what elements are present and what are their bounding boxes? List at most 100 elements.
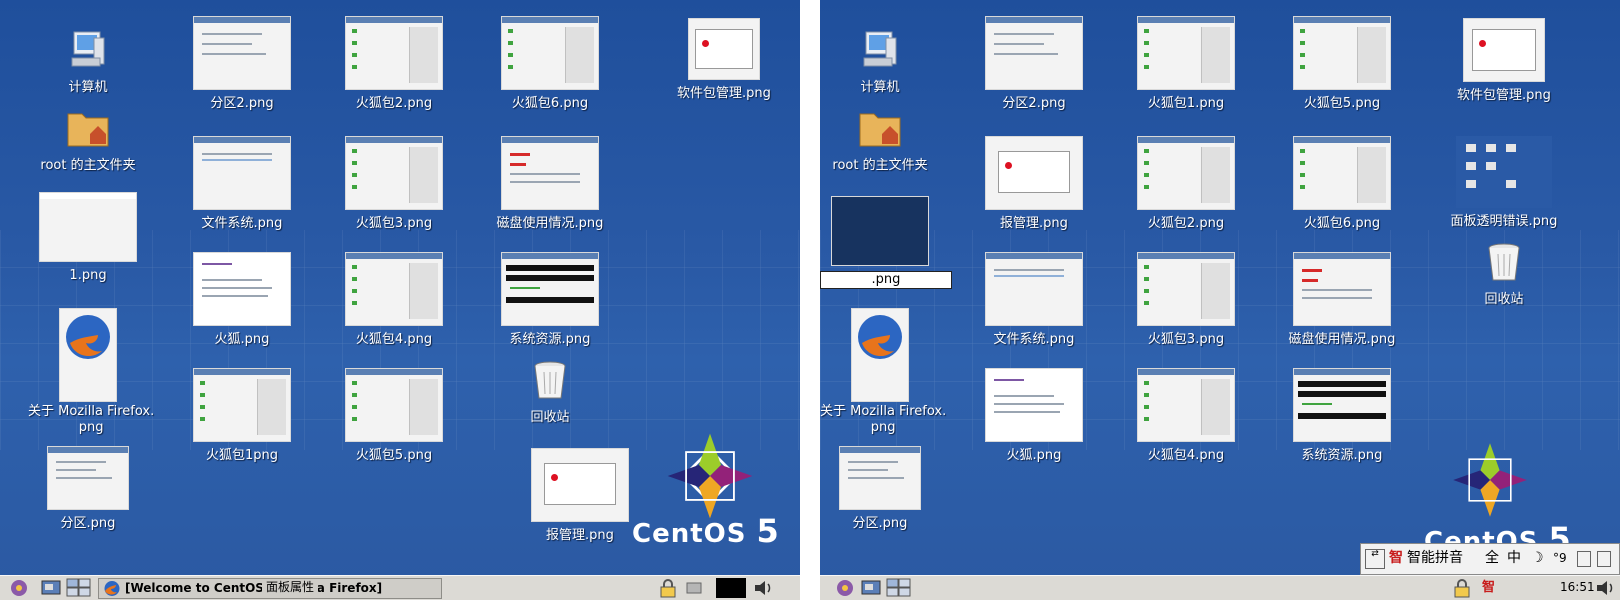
ime-logo-icon: 智 bbox=[1389, 550, 1403, 566]
desktop-icon-huohubao6-png[interactable]: 火狐包6.png bbox=[1282, 136, 1402, 232]
thumbnail bbox=[985, 16, 1083, 90]
centos-logo-icon bbox=[1453, 443, 1527, 517]
ime-switch-icon[interactable]: ⇄ bbox=[1365, 549, 1385, 569]
workspace-switcher-icon[interactable] bbox=[886, 578, 912, 598]
desktop-icon-huohubao1-png[interactable]: 火狐包1.png bbox=[1126, 16, 1246, 112]
thumbnail bbox=[1456, 136, 1552, 208]
desktop-icon-about-firefox[interactable]: 关于 Mozilla Firefox. png bbox=[820, 308, 946, 436]
desktop-icon-huohubao4-png[interactable]: 火狐包4.png bbox=[1126, 368, 1246, 464]
centos-logo-text: CentOS 5 bbox=[632, 512, 780, 550]
icon-label: 计算机 bbox=[860, 80, 900, 95]
ime-chinese-toggle[interactable]: 中 bbox=[1507, 544, 1521, 572]
thumbnail bbox=[345, 136, 443, 210]
thumbnail bbox=[345, 252, 443, 326]
desktop-icon-xitong-png[interactable]: 系统资源.png bbox=[1282, 368, 1402, 464]
desktop-icon-fenqu2-png[interactable]: 分区2.png bbox=[974, 16, 1094, 112]
desktop-icon-baoguanli-png[interactable]: 报管理.png bbox=[974, 136, 1094, 232]
thumbnail bbox=[501, 136, 599, 210]
desktop-right: 计算机 root 的主文件夹 .png 关于 Mozilla Firefox. … bbox=[820, 0, 1620, 600]
desktop-icon-computer[interactable]: 计算机 bbox=[820, 26, 940, 96]
desktop-icon-huohubao4-png[interactable]: 火狐包4.png bbox=[334, 252, 454, 348]
tray-app-icon[interactable] bbox=[684, 578, 704, 598]
desktop-icon-ruanjianbao-png[interactable]: 软件包管理.png bbox=[1444, 18, 1564, 104]
desktop-icon-ruanjianbao-png[interactable]: 软件包管理.png bbox=[664, 18, 784, 102]
thumbnail bbox=[193, 16, 291, 90]
thumbnail bbox=[345, 368, 443, 442]
desktop-icon-fenqu-png[interactable]: 分区.png bbox=[28, 446, 148, 532]
computer-icon bbox=[71, 31, 105, 67]
clock[interactable]: 16:51 bbox=[1560, 580, 1595, 594]
desktop-icon-recycle-bin[interactable]: 回收站 bbox=[1444, 238, 1564, 308]
ime-menu-icon[interactable] bbox=[1597, 551, 1611, 567]
lock-icon[interactable] bbox=[656, 578, 680, 598]
trash-icon bbox=[534, 361, 566, 399]
ime-name[interactable]: 智能拼音 bbox=[1407, 544, 1463, 572]
desktop-icon-fenqu-png[interactable]: 分区.png bbox=[820, 446, 940, 532]
firefox-small-icon bbox=[104, 581, 120, 596]
desktop-icon-huohu-png[interactable]: 火狐.png bbox=[182, 252, 302, 348]
ime-moon-toggle[interactable]: ☽ bbox=[1531, 544, 1544, 572]
show-desktop-icon[interactable] bbox=[40, 578, 62, 598]
thumbnail bbox=[193, 252, 291, 326]
desktop-icon-1-png[interactable]: 1.png bbox=[28, 192, 148, 284]
ime-punct-toggle[interactable]: °9 bbox=[1553, 544, 1567, 572]
desktop-icon-huohu-png[interactable]: 火狐.png bbox=[974, 368, 1094, 464]
desktop-icon-cipan-png[interactable]: 磁盘使用情况.png bbox=[1282, 252, 1402, 348]
show-desktop-icon[interactable] bbox=[860, 578, 882, 598]
icon-label: 火狐.png bbox=[1006, 448, 1062, 463]
desktop-icon-huohubao2-png[interactable]: 火狐包2.png bbox=[1126, 136, 1246, 232]
desktop-icon-about-firefox[interactable]: 关于 Mozilla Firefox. png bbox=[28, 308, 154, 436]
ime-keyboard-icon[interactable] bbox=[1577, 551, 1591, 567]
icon-label: 火狐包4.png bbox=[355, 332, 433, 347]
home-folder-icon bbox=[67, 113, 109, 147]
desktop-icon-fenqu2-png[interactable]: 分区2.png bbox=[182, 16, 302, 112]
tray-black-block bbox=[716, 578, 746, 598]
main-menu-icon[interactable] bbox=[834, 578, 856, 598]
desktop-icon-cipan-png[interactable]: 磁盘使用情况.png bbox=[490, 136, 610, 232]
thumbnail bbox=[47, 446, 129, 510]
desktop-icon-baoguanli-png[interactable]: 报管理.png bbox=[520, 448, 640, 544]
desktop-icon-mianban-png[interactable]: 面板透明错误.png bbox=[1444, 136, 1564, 230]
panel-properties-label: 面板属性 bbox=[262, 579, 319, 596]
thumbnail bbox=[531, 448, 629, 522]
icon-label: 火狐包5.png bbox=[1303, 96, 1381, 111]
thumbnail bbox=[39, 192, 137, 262]
desktop-icon-home-folder[interactable]: root 的主文件夹 bbox=[820, 104, 940, 174]
icon-label: root 的主文件夹 bbox=[832, 158, 928, 173]
workspace-switcher-icon[interactable] bbox=[66, 578, 92, 598]
rename-field[interactable]: .png bbox=[820, 271, 952, 289]
desktop-icon-computer[interactable]: 计算机 bbox=[28, 26, 148, 96]
ime-fullwidth-toggle[interactable]: 全 bbox=[1485, 544, 1499, 572]
thumbnail bbox=[985, 368, 1083, 442]
thumbnail bbox=[1137, 368, 1235, 442]
desktop-icon-huohubao5-png[interactable]: 火狐包5.png bbox=[1282, 16, 1402, 112]
desktop-icon-huohubao1-png[interactable]: 火狐包1png bbox=[182, 368, 302, 464]
screen-separator bbox=[800, 0, 820, 600]
icon-label: 报管理.png bbox=[1000, 216, 1068, 231]
taskbar-button-label: [Welcome to CentOS - Mozilla Firefox] bbox=[125, 581, 383, 595]
thumbnail bbox=[985, 136, 1083, 210]
bottom-panel: [Welcome to CentOS - Mozilla Firefox] 面板… bbox=[0, 575, 800, 600]
desktop-icon-xitong-png[interactable]: 系统资源.png bbox=[490, 252, 610, 348]
desktop-icon-home-folder[interactable]: root 的主文件夹 bbox=[28, 104, 148, 174]
icon-label: 系统资源.png bbox=[1301, 448, 1383, 463]
desktop-icon-renaming[interactable]: .png bbox=[820, 196, 952, 289]
desktop-icon-wenjian-png[interactable]: 文件系统.png bbox=[974, 252, 1094, 348]
desktop-icon-wenjian-png[interactable]: 文件系统.png bbox=[182, 136, 302, 232]
desktop-icon-huohubao3-png[interactable]: 火狐包3.png bbox=[334, 136, 454, 232]
volume-icon[interactable] bbox=[1594, 578, 1618, 598]
thumbnail bbox=[1137, 16, 1235, 90]
thumbnail bbox=[1293, 368, 1391, 442]
thumbnail bbox=[193, 368, 291, 442]
input-method-toolbar: ⇄ 智 智能拼音 全 中 ☽ °9 bbox=[1360, 543, 1620, 575]
volume-icon[interactable] bbox=[752, 578, 776, 598]
desktop-icon-huohubao5-png[interactable]: 火狐包5.png bbox=[334, 368, 454, 464]
desktop-icon-huohubao2-png[interactable]: 火狐包2.png bbox=[334, 16, 454, 112]
thumbnail bbox=[345, 16, 443, 90]
main-menu-icon[interactable] bbox=[8, 578, 30, 598]
lock-icon[interactable] bbox=[1450, 578, 1474, 598]
desktop-icon-recycle-bin[interactable]: 回收站 bbox=[490, 356, 610, 426]
desktop-icon-huohubao3-png[interactable]: 火狐包3.png bbox=[1126, 252, 1246, 348]
ime-tray-icon[interactable]: 智 bbox=[1482, 578, 1495, 598]
desktop-icon-huohubao6-png[interactable]: 火狐包6.png bbox=[490, 16, 610, 112]
